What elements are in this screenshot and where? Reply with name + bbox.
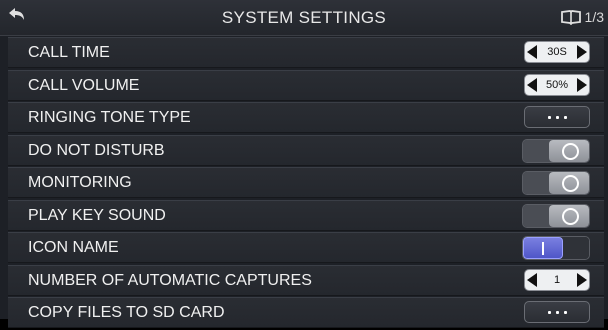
header-bar: SYSTEM SETTINGS 1/3	[0, 0, 608, 36]
setting-label: PLAY KEY SOUND	[28, 206, 166, 224]
setting-row-monitoring[interactable]: MONITORING	[8, 167, 604, 198]
setting-label: CALL TIME	[28, 44, 110, 61]
setting-label: ICON NAME	[28, 239, 119, 256]
toggle-switch[interactable]	[522, 236, 590, 260]
toggle-off-icon	[562, 207, 579, 225]
toggle-on-icon	[542, 242, 544, 255]
settings-screen: SYSTEM SETTINGS 1/3 CALL TIME 30S CALL VOL…	[0, 0, 608, 328]
setting-row-play-key-sound[interactable]: PLAY KEY SOUND	[8, 199, 604, 231]
setting-label: DO NOT DISTURB	[28, 141, 165, 159]
increase-arrow-icon[interactable]	[577, 45, 587, 59]
stepper-value: 1	[553, 273, 561, 286]
toggle-off-icon	[562, 175, 579, 192]
toggle-off-icon	[562, 142, 579, 160]
stepper-value: 30S	[547, 46, 567, 58]
setting-label: CALL VOLUME	[28, 76, 140, 94]
toggle-knob	[549, 139, 589, 162]
settings-list: CALL TIME 30S CALL VOLUME 50% RINGING TONE T…	[8, 37, 604, 330]
more-options-button[interactable]: • • •	[524, 301, 590, 323]
page-title: SYSTEM SETTINGS	[221, 8, 387, 27]
page-number: 1/3	[584, 9, 604, 25]
decrease-arrow-icon[interactable]	[527, 272, 537, 287]
decrease-arrow-icon[interactable]	[527, 77, 537, 92]
setting-row-copy-files-to-sd-card[interactable]: COPY FILES TO SD CARD • • •	[8, 297, 604, 328]
setting-label: MONITORING	[28, 174, 132, 191]
increase-arrow-icon[interactable]	[577, 77, 587, 92]
toggle-switch[interactable]	[522, 203, 590, 228]
setting-label: RINGING TONE TYPE	[28, 109, 191, 126]
toggle-knob	[549, 172, 589, 194]
setting-row-ringing-tone-type[interactable]: RINGING TONE TYPE • • •	[8, 102, 604, 133]
book-icon	[560, 10, 581, 25]
setting-row-do-not-disturb[interactable]: DO NOT DISTURB	[8, 134, 604, 166]
value-stepper[interactable]: 30S	[524, 41, 590, 63]
setting-row-number-of-automatic-captures[interactable]: NUMBER OF AUTOMATIC CAPTURES 1	[8, 264, 604, 296]
toggle-switch[interactable]	[522, 138, 590, 163]
value-stepper[interactable]: 50%	[524, 73, 590, 96]
increase-arrow-icon[interactable]	[577, 272, 587, 287]
more-options-button[interactable]: • • •	[524, 106, 590, 128]
toggle-knob	[549, 204, 589, 227]
stepper-value: 50%	[545, 78, 569, 91]
setting-row-call-time[interactable]: CALL TIME 30S	[8, 37, 604, 68]
toggle-switch[interactable]	[522, 171, 590, 195]
setting-row-call-volume[interactable]: CALL VOLUME 50%	[8, 69, 604, 101]
setting-row-icon-name[interactable]: ICON NAME	[8, 232, 604, 263]
value-stepper[interactable]: 1	[524, 268, 590, 291]
toggle-knob	[523, 237, 563, 259]
setting-label: COPY FILES TO SD CARD	[28, 304, 225, 321]
setting-label: NUMBER OF AUTOMATIC CAPTURES	[28, 271, 312, 289]
page-indicator: 1/3	[560, 7, 604, 27]
decrease-arrow-icon[interactable]	[527, 45, 537, 59]
